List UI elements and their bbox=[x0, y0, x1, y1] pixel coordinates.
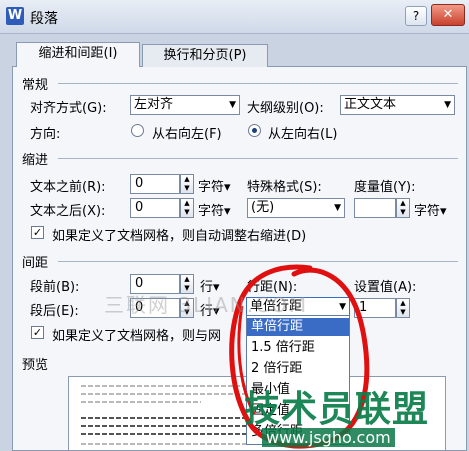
ltr-radio[interactable] bbox=[248, 124, 261, 137]
preview-line bbox=[81, 393, 261, 395]
divider bbox=[58, 158, 458, 159]
indent-after-stepper[interactable]: ▲ ▼ bbox=[180, 198, 194, 218]
indent-before-stepper[interactable]: ▲ ▼ bbox=[180, 174, 194, 194]
special-label: 特殊格式(S): bbox=[247, 180, 322, 195]
preview-line bbox=[81, 425, 261, 427]
alignment-value: 左对齐 bbox=[134, 97, 174, 112]
chevron-down-icon: ▼ bbox=[444, 100, 451, 110]
indent-before-label: 文本之前(R): bbox=[30, 180, 106, 195]
measure-stepper[interactable]: ▲ ▼ bbox=[396, 198, 410, 218]
spacing-before-label: 段前(B): bbox=[30, 280, 80, 295]
indent-after-input[interactable]: 0 bbox=[130, 198, 180, 218]
measure-unit[interactable]: 字符▾ bbox=[414, 200, 447, 219]
preview-line bbox=[81, 385, 261, 387]
section-preview: 预览 bbox=[22, 358, 49, 373]
setting-input[interactable]: 1 bbox=[354, 298, 396, 318]
spacing-grid-label: 如果定义了文档网格，则与网 bbox=[52, 329, 222, 344]
setting-label: 设置值(A): bbox=[354, 280, 417, 295]
outline-label: 大纲级别(O): bbox=[247, 101, 324, 116]
special-select[interactable]: (无) ▼ bbox=[247, 198, 345, 218]
measure-input[interactable] bbox=[354, 198, 396, 218]
watermark-3lian: 三联网 3LIAN.COM bbox=[104, 293, 309, 317]
divider bbox=[58, 83, 458, 84]
app-icon: W bbox=[6, 7, 24, 25]
chevron-down-icon: ▼ bbox=[229, 100, 236, 110]
indent-before-input[interactable]: 0 bbox=[130, 174, 180, 194]
alignment-select[interactable]: 左对齐 ▼ bbox=[130, 95, 240, 115]
help-button[interactable]: ? bbox=[405, 6, 427, 26]
preview-line bbox=[81, 417, 261, 419]
watermark-url: www.jsgho.com bbox=[262, 428, 395, 447]
alignment-label: 对齐方式(G): bbox=[30, 101, 107, 116]
spacing-grid-checkbox[interactable]: ✓ bbox=[31, 326, 44, 339]
tab-line-page-breaks[interactable]: 换行和分页(P) bbox=[142, 44, 268, 67]
outline-value: 正文文本 bbox=[344, 97, 397, 112]
line-spacing-option[interactable]: 单倍行距 bbox=[247, 318, 349, 336]
line-spacing-option[interactable]: 1.5 倍行距 bbox=[247, 339, 349, 357]
watermark-brand: 技术员联盟 bbox=[244, 389, 430, 430]
direction-label: 方向: bbox=[30, 127, 61, 142]
indent-grid-label: 如果定义了文档网格，则自动调整右缩进(D) bbox=[52, 229, 307, 244]
chevron-down-icon: ▼ bbox=[334, 203, 341, 213]
rtl-label: 从右向左(F) bbox=[152, 127, 222, 142]
window-title: 段落 bbox=[30, 11, 58, 27]
chevron-down-icon: ▼ bbox=[339, 302, 346, 312]
measure-label: 度量值(Y): bbox=[354, 180, 416, 195]
divider bbox=[58, 261, 458, 262]
preview-line bbox=[81, 433, 261, 435]
setting-stepper[interactable]: ▲ ▼ bbox=[396, 298, 410, 318]
spacing-after-label: 段后(E): bbox=[30, 304, 79, 319]
outline-select[interactable]: 正文文本 ▼ bbox=[340, 95, 455, 115]
title-bar bbox=[0, 0, 469, 34]
preview-line bbox=[81, 401, 201, 403]
indent-before-unit[interactable]: 字符▾ bbox=[198, 176, 231, 195]
rtl-radio[interactable] bbox=[131, 124, 144, 137]
indent-after-label: 文本之后(X): bbox=[30, 204, 106, 219]
tab-indents-spacing[interactable]: 缩进和间距(I) bbox=[16, 42, 140, 67]
section-general: 常规 bbox=[22, 78, 49, 93]
special-value: (无) bbox=[251, 200, 275, 215]
section-spacing: 间距 bbox=[22, 256, 49, 271]
close-button[interactable]: ✕ bbox=[431, 4, 465, 26]
indent-grid-checkbox[interactable]: ✓ bbox=[31, 226, 44, 239]
preview-line bbox=[81, 443, 261, 445]
ltr-label: 从左向右(L) bbox=[268, 127, 338, 142]
line-spacing-option[interactable]: 2 倍行距 bbox=[247, 360, 349, 378]
section-indent: 缩进 bbox=[22, 153, 49, 168]
indent-after-unit[interactable]: 字符▾ bbox=[198, 200, 231, 219]
